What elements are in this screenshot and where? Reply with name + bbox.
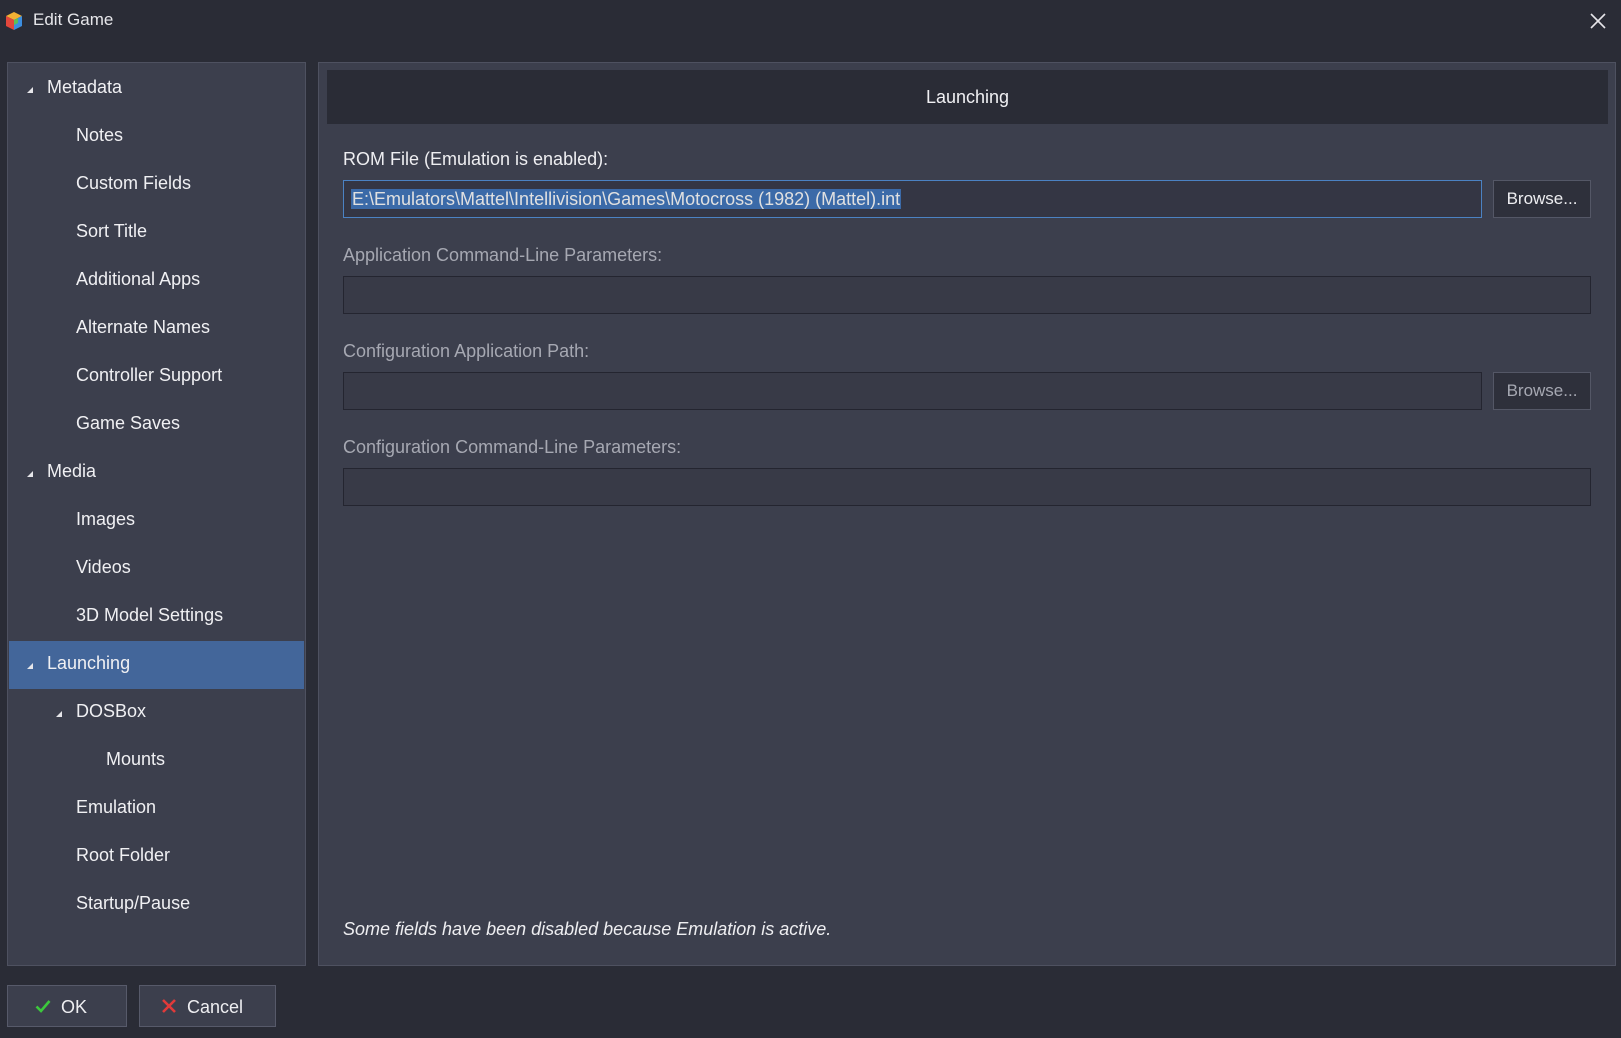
config-params-label: Configuration Command-Line Parameters: xyxy=(343,437,682,457)
window-title: Edit Game xyxy=(33,10,114,29)
cancel-label: Cancel xyxy=(187,997,244,1017)
sidebar-tree: Metadata Notes Custom Fields Sort Title … xyxy=(7,62,306,966)
sidebar-item-startup-pause[interactable]: Startup/Pause xyxy=(9,881,304,929)
sidebar-item-game-saves[interactable]: Game Saves xyxy=(9,401,304,449)
ok-label: OK xyxy=(61,997,88,1017)
close-button[interactable] xyxy=(1575,0,1621,42)
app-params-input[interactable] xyxy=(343,276,1591,314)
sidebar-item-label: Images xyxy=(76,509,136,529)
ok-button[interactable]: OK xyxy=(7,985,127,1027)
expanded-arrow-icon[interactable] xyxy=(27,87,33,93)
rom-browse-button[interactable]: Browse... xyxy=(1493,180,1591,218)
sidebar-item-controller-support[interactable]: Controller Support xyxy=(9,353,304,401)
config-path-input[interactable] xyxy=(343,372,1482,410)
sidebar-item-notes[interactable]: Notes xyxy=(9,113,304,161)
expanded-arrow-icon[interactable] xyxy=(27,663,33,669)
sidebar-item-label: Custom Fields xyxy=(76,173,192,193)
sidebar-item-emulation[interactable]: Emulation xyxy=(9,785,304,833)
expanded-arrow-icon[interactable] xyxy=(27,471,33,477)
sidebar-item-launching[interactable]: Launching xyxy=(9,641,304,689)
sidebar-item-3d-model-settings[interactable]: 3D Model Settings xyxy=(9,593,304,641)
sidebar-item-mounts[interactable]: Mounts xyxy=(9,737,304,785)
sidebar-item-dosbox[interactable]: DOSBox xyxy=(9,689,304,737)
sidebar-item-label: Controller Support xyxy=(76,365,223,385)
sidebar-item-label: Metadata xyxy=(47,77,123,97)
app-params-label: Application Command-Line Parameters: xyxy=(343,245,663,265)
sidebar-item-label: DOSBox xyxy=(76,701,147,721)
rom-file-input[interactable]: E:\Emulators\Mattel\Intellivision\Games\… xyxy=(343,180,1482,218)
sidebar-item-label: Notes xyxy=(76,125,124,145)
sidebar-item-label: 3D Model Settings xyxy=(76,605,224,625)
sidebar-item-label: Alternate Names xyxy=(76,317,211,337)
launching-panel: Launching ROM File (Emulation is enabled… xyxy=(318,62,1616,966)
sidebar-item-label: Mounts xyxy=(106,749,166,769)
rom-file-label: ROM File (Emulation is enabled): xyxy=(343,149,609,169)
cancel-x-icon xyxy=(162,999,176,1013)
sidebar-item-label: Media xyxy=(47,461,97,481)
config-browse-button[interactable]: Browse... xyxy=(1493,372,1591,410)
sidebar-item-videos[interactable]: Videos xyxy=(9,545,304,593)
cancel-button[interactable]: Cancel xyxy=(139,985,276,1027)
title-bar: Edit Game xyxy=(0,0,1621,42)
config-params-input[interactable] xyxy=(343,468,1591,506)
sidebar-item-additional-apps[interactable]: Additional Apps xyxy=(9,257,304,305)
sidebar-item-images[interactable]: Images xyxy=(9,497,304,545)
sidebar-item-label: Videos xyxy=(76,557,131,577)
emulation-note: Some fields have been disabled because E… xyxy=(343,919,832,939)
close-icon xyxy=(1590,13,1606,29)
sidebar-item-label: Startup/Pause xyxy=(76,893,191,913)
launchbox-cube-icon xyxy=(6,12,22,30)
sidebar-item-metadata[interactable]: Metadata xyxy=(9,65,304,113)
rom-file-value: E:\Emulators\Mattel\Intellivision\Games\… xyxy=(351,189,902,209)
sidebar-item-label: Game Saves xyxy=(76,413,181,433)
sidebar-item-label: Sort Title xyxy=(76,221,148,241)
sidebar-item-custom-fields[interactable]: Custom Fields xyxy=(9,161,304,209)
sidebar-item-sort-title[interactable]: Sort Title xyxy=(9,209,304,257)
expanded-arrow-icon[interactable] xyxy=(56,711,62,717)
checkmark-icon xyxy=(35,1000,51,1013)
sidebar-item-media[interactable]: Media xyxy=(9,449,304,497)
sidebar-item-label: Additional Apps xyxy=(76,269,201,289)
sidebar-item-label: Root Folder xyxy=(76,845,171,865)
sidebar-item-label: Emulation xyxy=(76,797,157,817)
config-path-label: Configuration Application Path: xyxy=(343,341,590,361)
sidebar-item-root-folder[interactable]: Root Folder xyxy=(9,833,304,881)
sidebar-item-label: Launching xyxy=(47,653,131,673)
sidebar-item-alternate-names[interactable]: Alternate Names xyxy=(9,305,304,353)
panel-header: Launching xyxy=(327,70,1608,124)
